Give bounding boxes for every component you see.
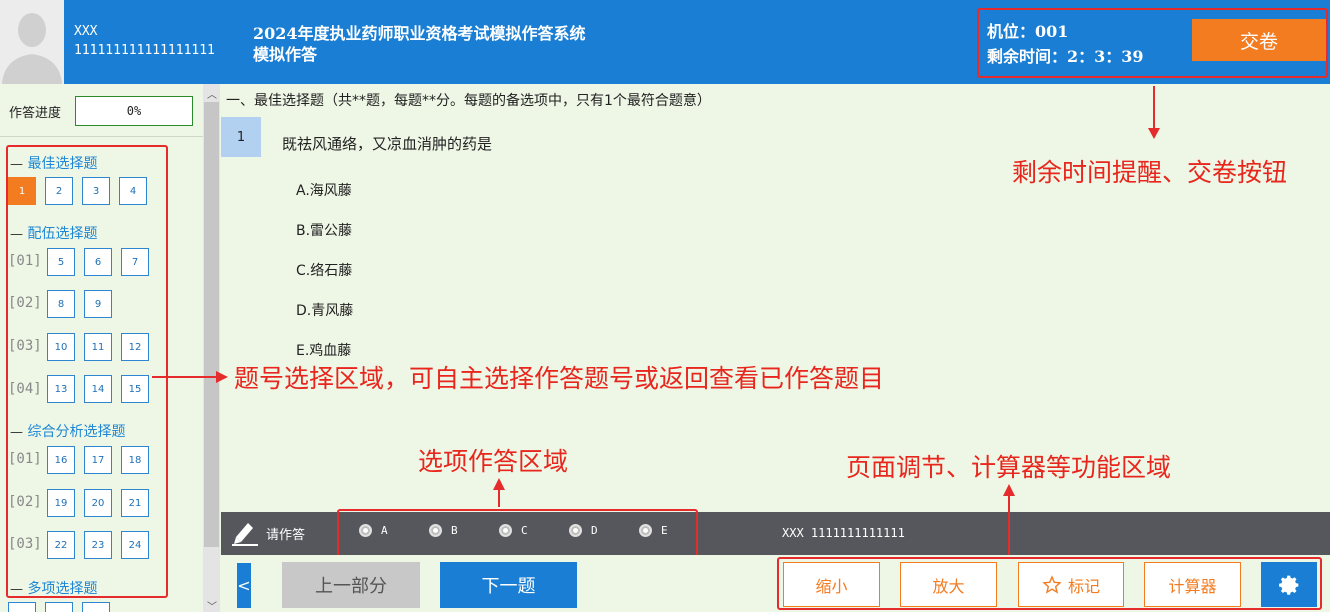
- annotation-timer: 剩余时间提醒、交卷按钮: [1012, 158, 1288, 187]
- annotation-arrows: [152, 86, 1160, 555]
- annotation-question-nav: 题号选择区域，可自主选择作答题号或返回查看已作答题目: [234, 364, 885, 393]
- annotation-answer-area: 选项作答区域: [418, 447, 569, 476]
- annotation-tools-area: 页面调节、计算器等功能区域: [846, 453, 1172, 482]
